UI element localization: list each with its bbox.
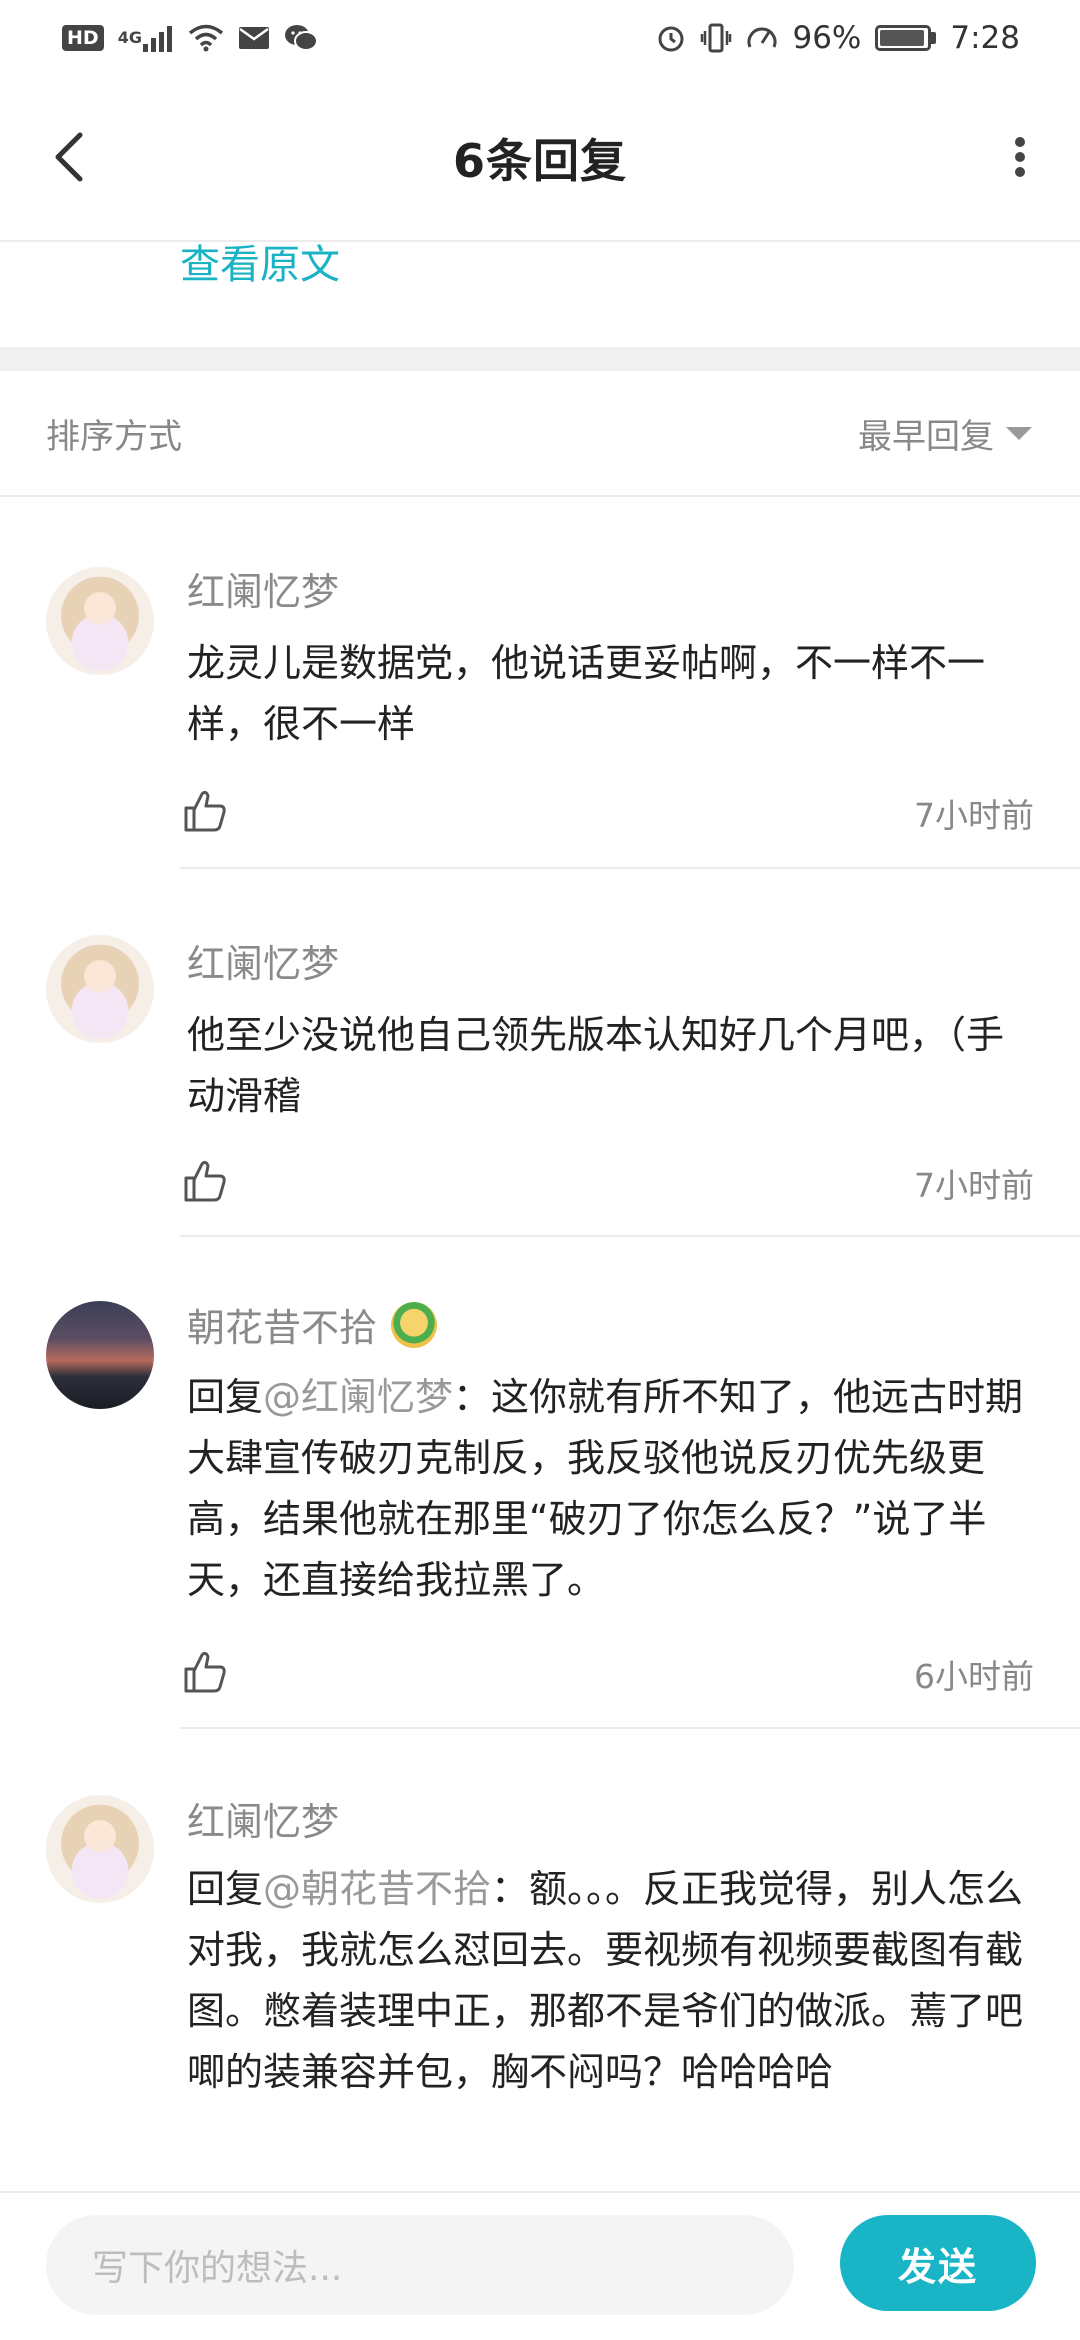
section-separator: [0, 347, 1080, 371]
reply-prefix: 回复: [187, 1867, 264, 1911]
send-button[interactable]: 发送: [840, 2215, 1036, 2311]
battery-fill: [880, 29, 925, 46]
comment-username[interactable]: 红阑忆梦: [187, 1791, 339, 1846]
username-text: 红阑忆梦: [187, 570, 340, 614]
battery-icon: [875, 24, 937, 51]
wechat-icon: [284, 23, 318, 53]
back-button[interactable]: [40, 127, 100, 187]
comment-time: 6小时前: [914, 1657, 1034, 1696]
more-vertical-icon: [1015, 137, 1025, 177]
avatar[interactable]: [46, 1795, 154, 1903]
comment-username[interactable]: 红阑忆梦: [187, 933, 339, 988]
network-type: 4G: [117, 27, 142, 47]
comment-input[interactable]: 写下你的想法...: [46, 2215, 794, 2315]
speed-icon: [746, 23, 778, 53]
battery-tip: [931, 31, 937, 44]
hd-icon: HD: [62, 24, 104, 51]
comment-body: 龙灵儿是数据党，他说话更妥帖啊，不一样不一样，很不一样: [187, 641, 986, 746]
status-left: HD 4G: [62, 23, 318, 53]
clock: 7:28: [950, 19, 1020, 56]
caret-down-icon: [1006, 426, 1032, 440]
username-text: 朝花昔不拾: [187, 1306, 378, 1350]
mention-link[interactable]: @红阑忆梦: [263, 1375, 453, 1419]
chevron-left-icon: [55, 132, 83, 182]
comment-item: 朝花昔不拾 回复@红阑忆梦：这你就有所不知了，他远古时期大肆宣传破刃克制反，我反…: [0, 1237, 1080, 1729]
sort-value: 最早回复: [858, 416, 994, 457]
avatar[interactable]: [46, 567, 154, 675]
comment-text: 回复@红阑忆梦：这你就有所不知了，他远古时期大肆宣传破刃克制反，我反驳他说反刃优…: [187, 1367, 1037, 1611]
user-badge-icon: [391, 1301, 438, 1348]
comment-item: 红阑忆梦 龙灵儿是数据党，他说话更妥帖啊，不一样不一样，很不一样 7小时前: [0, 497, 1080, 869]
vibrate-icon: [700, 23, 732, 53]
alarm-icon: [656, 23, 686, 53]
more-options-button[interactable]: [990, 127, 1050, 187]
comment-text: 他至少没说他自己领先版本认知好几个月吧，（手动滑稽: [187, 1005, 1037, 1127]
comment-username[interactable]: 朝花昔不拾: [187, 1297, 438, 1352]
top-app-bar: 6条回复: [0, 75, 1080, 240]
battery-body: [875, 24, 932, 51]
thumbs-up-icon[interactable]: [182, 1158, 228, 1204]
wifi-icon: [188, 24, 224, 52]
username-text: 红阑忆梦: [187, 1800, 340, 1844]
status-right: 96% 7:28: [656, 20, 1020, 56]
comment-text: 回复@朝花昔不拾：额。。。反正我觉得，别人怎么对我，我就怎么怼回去。要视频有视频…: [187, 1859, 1037, 2103]
comment-text: 龙灵儿是数据党，他说话更妥帖啊，不一样不一样，很不一样: [187, 633, 1037, 755]
input-placeholder: 写下你的想法...: [92, 2248, 343, 2289]
reply-prefix: 回复: [187, 1375, 264, 1419]
thumbs-up-icon[interactable]: [182, 1649, 228, 1695]
sort-label: 排序方式: [46, 416, 182, 457]
page-title: 6条回复: [452, 133, 627, 188]
username-text: 红阑忆梦: [187, 942, 340, 986]
comment-body: 他至少没说他自己领先版本认知好几个月吧，（手动滑稽: [187, 1013, 1005, 1118]
comment-time: 7小时前: [914, 796, 1034, 835]
view-original-link[interactable]: 查看原文: [180, 232, 340, 290]
comment-username[interactable]: 红阑忆梦: [187, 561, 339, 616]
mention-link[interactable]: @朝花昔不拾: [263, 1867, 491, 1911]
comment-item: 红阑忆梦 他至少没说他自己领先版本认知好几个月吧，（手动滑稽 7小时前: [0, 869, 1080, 1237]
thumbs-up-icon[interactable]: [182, 788, 228, 834]
comment-time: 7小时前: [914, 1166, 1034, 1205]
signal-icon: 4G: [118, 24, 174, 52]
comment-item: 红阑忆梦 回复@朝花昔不拾：额。。。反正我觉得，别人怎么对我，我就怎么怼回去。要…: [0, 1729, 1080, 2191]
comment-composer: 写下你的想法... 发送: [0, 2191, 1080, 2340]
sort-bar: 排序方式 最早回复: [0, 371, 1080, 497]
mail-icon: [238, 26, 270, 50]
battery-percent: 96%: [792, 19, 862, 56]
sort-dropdown[interactable]: 最早回复: [858, 409, 1032, 458]
header-divider: [0, 240, 1080, 242]
avatar[interactable]: [46, 935, 154, 1043]
status-bar: HD 4G 96% 7:28: [0, 0, 1080, 75]
reply-page: HD 4G 96% 7:28 6条回复 查看原文 排序方式 最早回复 红阑忆梦 …: [0, 0, 1080, 2340]
avatar[interactable]: [46, 1301, 154, 1409]
